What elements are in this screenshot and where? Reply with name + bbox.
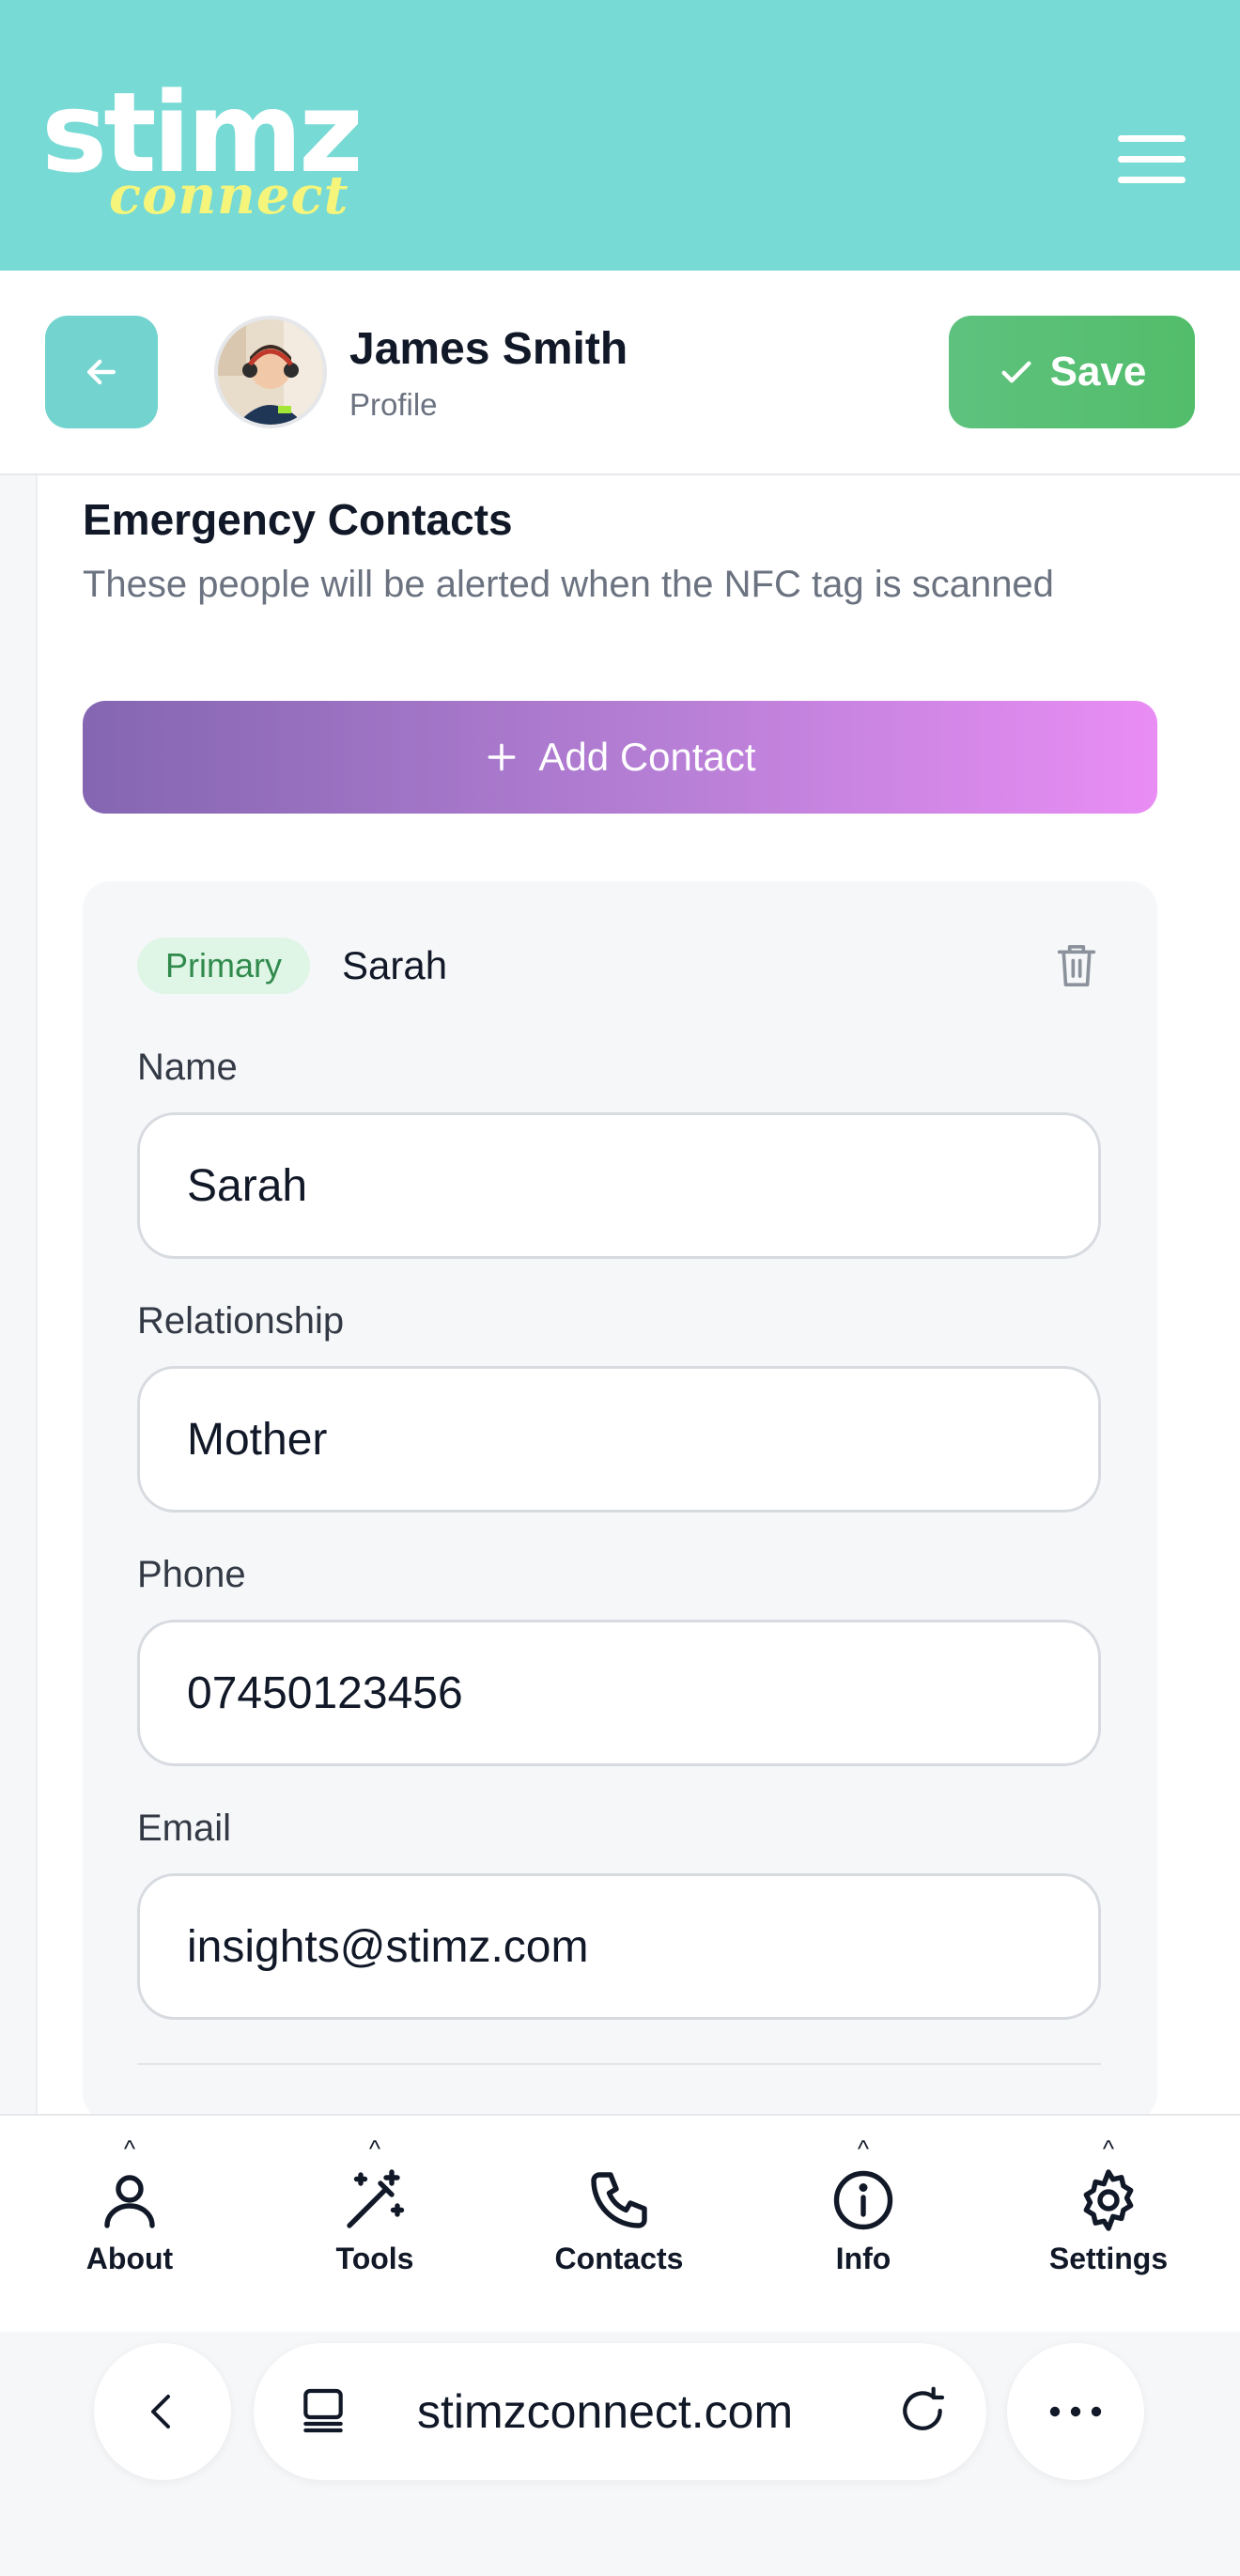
save-label: Save — [1049, 349, 1147, 395]
bottom-nav: ^ About ^ Tools Contacts ^ Info ^ Settin… — [0, 2114, 1240, 2332]
name-label: Name — [137, 1047, 238, 1088]
trash-icon[interactable] — [1056, 941, 1097, 990]
profile-bar: James Smith Profile Save — [0, 271, 1240, 475]
add-contact-button[interactable]: Add Contact — [83, 701, 1157, 814]
arrow-left-icon — [86, 359, 116, 385]
user-icon — [104, 2175, 155, 2228]
save-button[interactable]: Save — [949, 316, 1195, 428]
nav-item-info[interactable]: ^ Info — [769, 2116, 957, 2334]
more-dots-icon — [1049, 2406, 1102, 2417]
gear-icon — [1083, 2169, 1134, 2231]
caret-icon: ^ — [123, 2134, 136, 2163]
more-options-button[interactable] — [1007, 2343, 1144, 2480]
nav-label: Settings — [1048, 2242, 1169, 2275]
profile-name: James Smith — [349, 324, 628, 374]
phone-field[interactable] — [137, 1620, 1101, 1766]
address-bar[interactable]: stimzconnect.com — [254, 2343, 986, 2480]
relationship-field[interactable] — [137, 1366, 1101, 1513]
info-icon — [833, 2170, 893, 2230]
section-title: Emergency Contacts — [83, 495, 513, 544]
stimz-connect-logo[interactable]: stimz connect — [41, 77, 417, 237]
email-field[interactable] — [137, 1873, 1101, 2020]
chevron-left-icon — [151, 2395, 170, 2429]
section-description: These people will be alerted when the NF… — [83, 564, 1054, 605]
back-button[interactable] — [45, 316, 158, 428]
magic-wand-icon — [347, 2169, 405, 2228]
nav-label: Tools — [335, 2242, 414, 2275]
nav-label: About — [85, 2242, 174, 2275]
email-label: Email — [137, 1808, 232, 1849]
nav-item-contacts[interactable]: Contacts — [525, 2116, 713, 2334]
plus-icon — [488, 743, 516, 771]
caret-icon: ^ — [1102, 2134, 1115, 2163]
nav-item-about[interactable]: ^ About — [36, 2116, 224, 2334]
check-icon — [1001, 361, 1031, 383]
nav-label: Info — [835, 2242, 891, 2275]
relationship-label: Relationship — [137, 1300, 345, 1342]
primary-badge: Primary — [137, 938, 310, 994]
avatar — [214, 316, 327, 428]
caret-icon: ^ — [368, 2134, 381, 2163]
browser-back-button[interactable] — [94, 2343, 231, 2480]
nav-item-settings[interactable]: ^ Settings — [1015, 2116, 1202, 2334]
contact-name: Sarah — [342, 943, 448, 987]
caret-icon: ^ — [857, 2134, 870, 2163]
add-contact-label: Add Contact — [538, 735, 756, 779]
profile-subtitle: Profile — [349, 387, 438, 422]
hamburger-menu-icon[interactable] — [1118, 135, 1186, 188]
phone-label: Phone — [137, 1554, 246, 1595]
url-text: stimzconnect.com — [417, 2385, 794, 2438]
nav-item-tools[interactable]: ^ Tools — [281, 2116, 469, 2334]
logo-subword: connect — [109, 164, 349, 226]
app-header: stimz connect — [0, 0, 1240, 271]
reload-icon[interactable] — [896, 2384, 949, 2437]
tabs-icon[interactable] — [297, 2384, 349, 2437]
name-field[interactable] — [137, 1112, 1101, 1259]
divider — [137, 2063, 1101, 2065]
nav-label: Contacts — [554, 2242, 684, 2275]
phone-icon — [591, 2172, 647, 2228]
